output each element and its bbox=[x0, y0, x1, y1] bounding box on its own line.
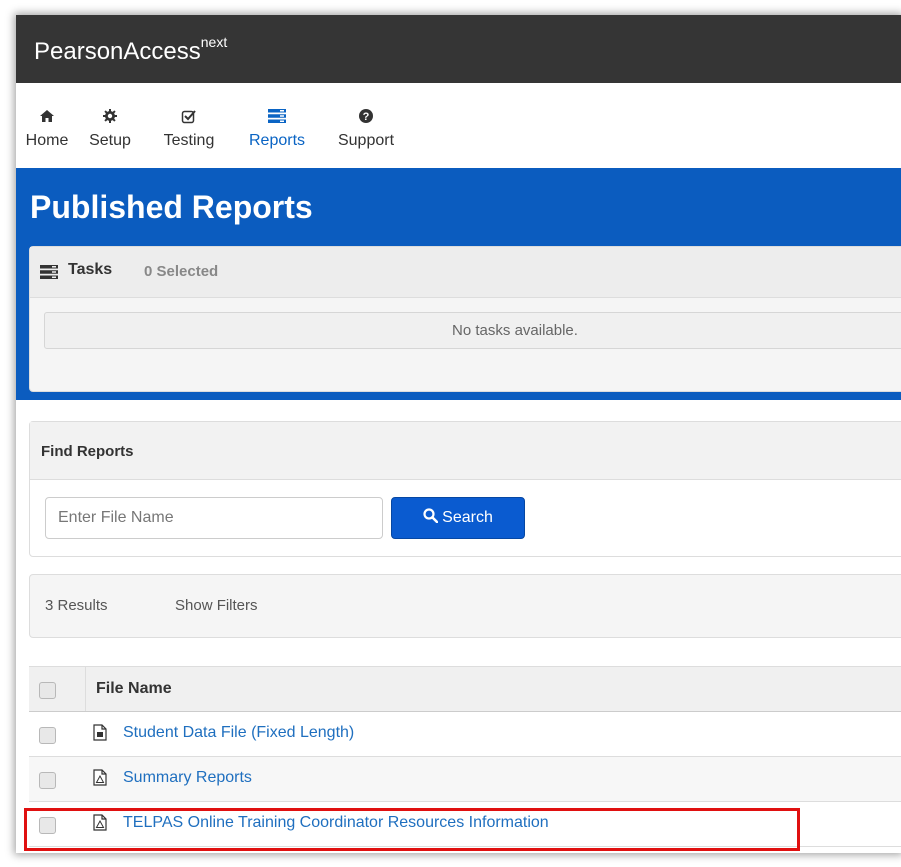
find-reports-title: Find Reports bbox=[41, 443, 134, 460]
home-icon bbox=[24, 108, 70, 128]
nav-home-label: Home bbox=[25, 132, 69, 149]
find-reports-header: Find Reports bbox=[30, 422, 901, 480]
svg-text:?: ? bbox=[363, 111, 370, 123]
select-all-checkbox[interactable] bbox=[39, 682, 56, 699]
app-window: PearsonAccessnext Home Setup Testing Rep… bbox=[16, 15, 901, 853]
gear-icon bbox=[84, 108, 136, 128]
question-icon: ? bbox=[326, 108, 406, 128]
highlight-box bbox=[24, 808, 800, 851]
file-name-search-input[interactable] bbox=[45, 497, 383, 539]
page-header: Published Reports Tasks 0 Selected No ta… bbox=[16, 168, 901, 400]
table-row: Student Data File (Fixed Length) bbox=[29, 712, 901, 757]
search-button[interactable]: Search bbox=[391, 497, 525, 539]
tasks-selected-count: 0 Selected bbox=[144, 263, 219, 280]
file-link[interactable]: Summary Reports bbox=[123, 769, 252, 787]
search-button-label: Search bbox=[442, 509, 493, 527]
file-name-column-header[interactable]: File Name bbox=[96, 680, 172, 698]
top-bar: PearsonAccessnext bbox=[16, 15, 901, 83]
row-checkbox[interactable] bbox=[39, 772, 56, 789]
no-tasks-message: No tasks available. bbox=[44, 312, 901, 349]
table-header: File Name bbox=[29, 666, 901, 712]
nav-support[interactable]: ? Support bbox=[326, 108, 406, 150]
nav-reports-label: Reports bbox=[248, 132, 306, 149]
search-icon bbox=[423, 508, 439, 528]
results-count: 3 Results bbox=[45, 597, 108, 614]
brand-name: PearsonAccess bbox=[34, 38, 201, 65]
brand-superscript: next bbox=[200, 34, 228, 50]
tasks-panel: Tasks 0 Selected No tasks available. bbox=[29, 246, 901, 392]
table-row: Summary Reports bbox=[29, 757, 901, 802]
results-bar: 3 Results Show Filters bbox=[29, 574, 901, 638]
row-checkbox[interactable] bbox=[39, 727, 56, 744]
file-link[interactable]: Student Data File (Fixed Length) bbox=[123, 724, 354, 742]
brand-logo[interactable]: PearsonAccessnext bbox=[34, 34, 228, 66]
reports-icon bbox=[238, 108, 316, 128]
tasks-list-icon bbox=[40, 265, 58, 284]
show-filters-link[interactable]: Show Filters bbox=[175, 597, 258, 614]
nav-setup-label: Setup bbox=[89, 132, 131, 149]
no-tasks-text: No tasks available. bbox=[452, 322, 578, 339]
nav-testing[interactable]: Testing bbox=[154, 108, 224, 150]
nav-support-label: Support bbox=[337, 132, 395, 149]
text-file-icon bbox=[93, 724, 107, 746]
page-title: Published Reports bbox=[30, 189, 313, 225]
nav-setup[interactable]: Setup bbox=[84, 108, 136, 150]
nav-reports[interactable]: Reports bbox=[238, 108, 316, 150]
checkbox-icon bbox=[154, 108, 224, 128]
find-reports-panel: Find Reports Search bbox=[29, 421, 901, 557]
column-divider bbox=[85, 667, 86, 711]
tasks-title: Tasks bbox=[68, 261, 113, 278]
nav-home[interactable]: Home bbox=[24, 108, 70, 150]
pdf-file-icon bbox=[93, 769, 107, 791]
tasks-header[interactable]: Tasks 0 Selected bbox=[30, 247, 901, 298]
nav-testing-label: Testing bbox=[163, 132, 215, 149]
main-nav: Home Setup Testing Reports ? Support bbox=[16, 83, 901, 168]
